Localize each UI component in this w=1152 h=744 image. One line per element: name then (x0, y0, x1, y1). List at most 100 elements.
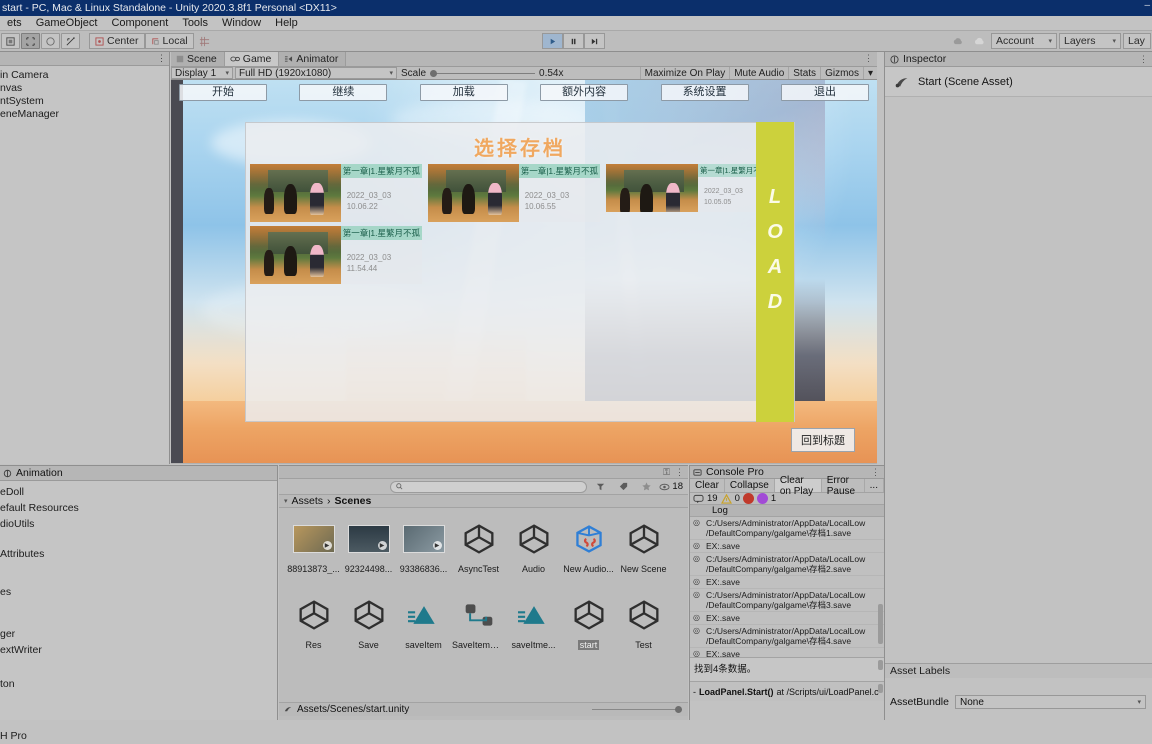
thumbnail-size-slider[interactable] (592, 705, 682, 715)
layout-dropdown[interactable]: Lay (1123, 33, 1151, 49)
asset-labels-section[interactable]: Asset Labels (885, 663, 1152, 678)
log-entry[interactable]: ◎ EX:.save (690, 612, 884, 625)
clear-button[interactable]: Clear (690, 479, 725, 492)
animation-list-item[interactable]: dioUtils (0, 516, 277, 532)
animation-list-item[interactable]: ger (0, 626, 277, 642)
tab-animator[interactable]: Animator (279, 52, 347, 66)
maximize-on-play-toggle[interactable]: Maximize On Play (639, 67, 730, 79)
animation-list-item[interactable]: extWriter (0, 642, 277, 658)
menu-item-assets[interactable]: ets (0, 17, 29, 29)
log-entry[interactable]: ◎ EX:.save (690, 576, 884, 589)
move-tool-icon[interactable] (21, 33, 40, 49)
assetbundle-dropdown[interactable]: None ▾ (954, 695, 1146, 709)
asset-item[interactable]: ▶ 92324498... (341, 517, 396, 593)
cloud-icon[interactable] (970, 33, 989, 49)
stack-scrollbar[interactable] (878, 683, 883, 700)
grid-snap-icon[interactable] (195, 33, 214, 49)
console-log-list[interactable]: ◎ C:/Users/Administrator/AppData/LocalLo… (690, 517, 884, 657)
asset-item[interactable]: ▶ 93386836... (396, 517, 451, 593)
rotate-tool-icon[interactable] (41, 33, 60, 49)
save-slot[interactable]: 第一章|1.星繁月不孤 2022_03_03 10.06.55 (428, 164, 600, 222)
game-view[interactable]: 开始 继续 加载 额外内容 系统设置 退出 选择存档 第一章|1.星繁月不孤 2… (171, 80, 877, 463)
hierarchy-item-scenemanager[interactable]: eneManager (0, 108, 169, 121)
asset-item[interactable]: saveItem (396, 593, 451, 669)
asset-item[interactable]: ▶ 88913873_... (286, 517, 341, 593)
play-button[interactable] (542, 33, 563, 49)
animation-list-item[interactable]: es (0, 584, 277, 600)
console-more-button[interactable]: ... (865, 479, 884, 492)
menu-item-window[interactable]: Window (215, 17, 268, 29)
game-panel-menu-icon[interactable]: ⋮ (864, 53, 873, 64)
menu-item-gameobject[interactable]: GameObject (29, 17, 105, 29)
mute-audio-toggle[interactable]: Mute Audio (729, 67, 788, 79)
stats-toggle[interactable]: Stats (788, 67, 820, 79)
favorite-icon[interactable] (637, 479, 656, 495)
console-scrollbar-thumb[interactable] (878, 604, 883, 644)
continue-button[interactable]: 继续 (299, 84, 388, 101)
filter-by-label-icon[interactable] (614, 479, 633, 495)
project-menu-icon[interactable]: ⋮ (675, 467, 684, 478)
log-entry[interactable]: ◎ C:/Users/Administrator/AppData/LocalLo… (690, 517, 884, 540)
menu-item-component[interactable]: Component (104, 17, 175, 29)
step-button[interactable] (584, 33, 605, 49)
asset-item[interactable]: SaveItemUI... (451, 593, 506, 669)
console-menu-icon[interactable]: ⋮ (871, 467, 884, 478)
collapse-toggle[interactable]: Collapse (725, 479, 775, 492)
animation-list-item[interactable]: Attributes (0, 546, 277, 562)
log-count[interactable]: 19 (707, 493, 718, 504)
asset-item[interactable]: saveItme... (506, 593, 561, 669)
error-count[interactable]: 1 (771, 493, 776, 504)
asset-item[interactable]: Save (341, 593, 396, 669)
stack-scrollbar-thumb[interactable] (878, 684, 883, 693)
breadcrumb-assets[interactable]: Assets (292, 495, 324, 507)
gizmos-chevron-icon[interactable]: ▾ (862, 67, 877, 79)
hand-tool-icon[interactable] (1, 33, 20, 49)
gizmos-toggle[interactable]: Gizmos (820, 67, 863, 79)
tab-game[interactable]: Game (224, 52, 280, 66)
resolution-dropdown[interactable]: Full HD (1920x1080) ▾ (235, 67, 397, 79)
load-button[interactable]: 加载 (419, 84, 508, 101)
thumbnail-size-knob[interactable] (675, 706, 682, 713)
console-scrollbar[interactable] (878, 518, 883, 656)
error-icon[interactable] (742, 493, 754, 504)
log-entry[interactable]: ◎ C:/Users/Administrator/AppData/LocalLo… (690, 589, 884, 612)
log-entry[interactable]: ◎ C:/Users/Administrator/AppData/LocalLo… (690, 625, 884, 648)
warning-count[interactable]: 0 (735, 493, 740, 504)
exception-icon[interactable] (756, 493, 768, 504)
hierarchy-menu-icon[interactable]: ⋮ (157, 53, 166, 64)
start-button[interactable]: 开始 (179, 84, 267, 101)
save-slot[interactable]: 第一章|1.星繁月不孤 2022_03_03 10.05.05 (606, 164, 778, 212)
error-pause-toggle[interactable]: Error Pause (822, 475, 865, 497)
breadcrumb-scenes[interactable]: Scenes (335, 495, 372, 507)
menu-item-tools[interactable]: Tools (175, 17, 215, 29)
animation-list-item[interactable]: efault Resources (0, 500, 277, 516)
pivot-mode-button[interactable]: Center (89, 33, 145, 49)
animation-list-item[interactable]: H Pro (0, 728, 277, 744)
scale-tool-icon[interactable] (61, 33, 80, 49)
log-entry[interactable]: ◎ C:/Users/Administrator/AppData/LocalLo… (690, 553, 884, 576)
scale-slider[interactable] (430, 67, 536, 79)
tab-scene[interactable]: Scene (171, 52, 225, 66)
asset-item[interactable]: Audio (506, 517, 561, 593)
layers-dropdown[interactable]: Layers ▾ (1059, 33, 1121, 49)
log-entry[interactable]: ◎ EX:.save (690, 540, 884, 553)
detail-scrollbar-thumb[interactable] (878, 660, 883, 670)
animation-list-item[interactable]: ton (0, 676, 277, 692)
inspector-menu-icon[interactable]: ⋮ (1139, 54, 1152, 65)
animation-list-item[interactable]: eDoll (0, 484, 277, 500)
log-entry[interactable]: ◎ EX:.save (690, 648, 884, 657)
back-to-title-button[interactable]: 回到标题 (791, 428, 855, 452)
pause-button[interactable] (563, 33, 584, 49)
hierarchy-item-canvas[interactable]: nvas (0, 82, 169, 95)
hierarchy-item-main-camera[interactable]: in Camera (0, 69, 169, 82)
pivot-rotation-button[interactable]: Local (144, 33, 194, 49)
account-dropdown[interactable]: Account ▾ (991, 33, 1057, 49)
search-input[interactable] (390, 480, 588, 493)
detail-scrollbar[interactable] (878, 659, 883, 680)
asset-item[interactable]: New Audio... (561, 517, 616, 593)
asset-item[interactable]: Test (616, 593, 671, 669)
clear-on-play-toggle[interactable]: Clear on Play (774, 475, 822, 497)
hierarchy-item-eventsystem[interactable]: ntSystem (0, 95, 169, 108)
scale-slider-knob[interactable] (430, 69, 438, 77)
system-settings-button[interactable]: 系统设置 (660, 84, 749, 101)
